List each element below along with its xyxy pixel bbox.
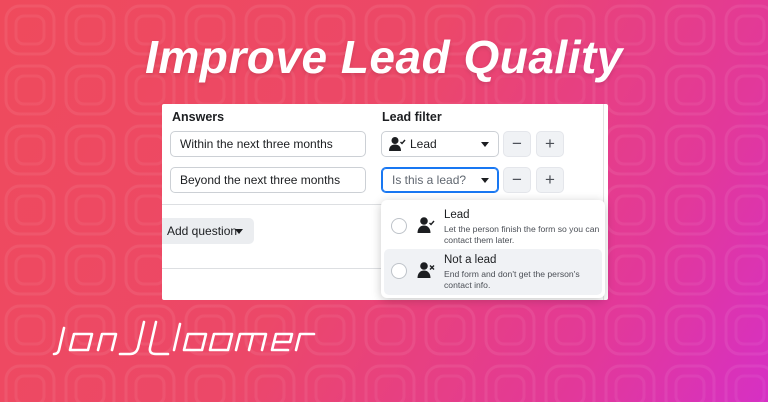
add-answer-button[interactable]: + [536,131,564,157]
option-title: Not a lead [444,254,497,266]
option-description: Let the person finish the form so you ca… [444,224,600,245]
chevron-down-icon [481,142,489,147]
lead-filter-header: Lead filter [382,110,442,124]
option-title: Lead [444,209,470,221]
add-answer-button[interactable]: + [536,167,564,193]
person-check-icon [417,217,435,233]
radio-button[interactable] [391,263,407,279]
option-description: End form and don't get the person's cont… [444,269,580,290]
dropdown-option-lead[interactable]: Lead Let the person finish the form so y… [384,204,602,250]
lead-filter-value: Lead [410,137,437,151]
chevron-down-icon [235,229,243,234]
answer-field[interactable]: Within the next three months [170,131,366,157]
add-question-label: Add question [167,224,238,238]
remove-answer-button[interactable]: − [503,131,531,157]
person-x-icon [417,262,435,278]
lead-filter-dropdown: Lead Let the person finish the form so y… [381,200,605,298]
answers-header: Answers [172,110,225,124]
radio-button[interactable] [391,218,407,234]
headline: Improve Lead Quality [145,31,623,83]
answer-field[interactable]: Beyond the next three months [170,167,366,193]
lead-filter-select[interactable]: Is this a lead? [381,167,499,193]
remove-answer-button[interactable]: − [503,167,531,193]
add-question-button[interactable]: Add question [162,218,254,244]
lead-filter-placeholder: Is this a lead? [392,173,467,187]
jon-loomer-logo [52,320,316,356]
chevron-down-icon [481,178,489,183]
dropdown-option-not-lead[interactable]: Not a lead End form and don't get the pe… [384,249,602,295]
lead-filter-select[interactable]: Lead [381,131,499,157]
person-check-icon [389,137,406,151]
